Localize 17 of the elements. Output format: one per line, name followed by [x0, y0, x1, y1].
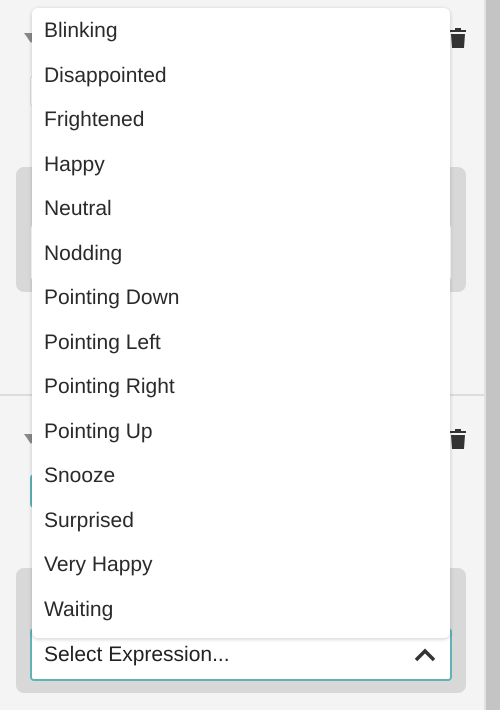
dropdown-option[interactable]: Pointing Left [32, 320, 450, 365]
dropdown-option[interactable]: Blinking [32, 9, 450, 54]
dropdown-option[interactable]: Nodding [32, 232, 450, 276]
dropdown-option[interactable]: Disappointed [32, 54, 450, 98]
dropdown-option[interactable]: Happy [32, 142, 450, 187]
dropdown-option[interactable]: Very Happy [32, 543, 450, 588]
dropdown-option[interactable]: Neutral [32, 187, 450, 232]
dropdown-option[interactable]: Snooze [32, 454, 450, 498]
scrollbar[interactable] [486, 0, 500, 710]
dropdown-option[interactable]: Surprised [32, 498, 450, 543]
dropdown-option[interactable]: Pointing Down [32, 276, 450, 320]
dropdown-option[interactable]: Pointing Right [32, 365, 450, 410]
dropdown-option[interactable]: Frightened [32, 98, 450, 142]
dropdown-option[interactable]: Pointing Up [32, 410, 450, 454]
chevron-icon [414, 648, 436, 662]
trash-icon[interactable] [450, 429, 466, 449]
trash-icon[interactable] [450, 28, 466, 48]
